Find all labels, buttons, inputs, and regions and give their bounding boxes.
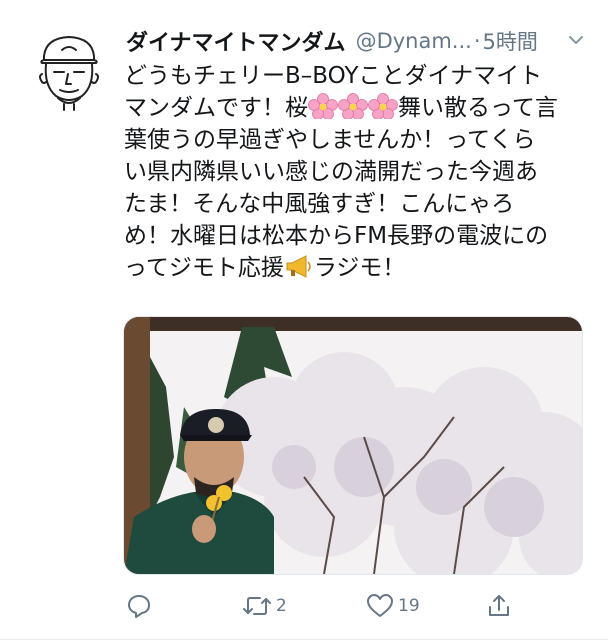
tweet-text-line: マンダムです！桜 舞い散るって言 [124,92,576,124]
tweet-text-segment: ってジモト応援 [124,255,284,281]
tweet-text-segment: マンダムです！桜 [124,95,308,121]
tweet-photo[interactable] [123,316,583,575]
tweet-card[interactable]: ダイナマイトマンダム @Dynam... · 5時間 どうもチェリーB–BOYこ… [0,0,608,640]
cherry-blossom-icon [308,93,338,120]
tweet-text-line: ってジモト応援 ラジモ！ [124,252,576,284]
tweet-text-line: たま！そんな中風強すぎ！こんにゃろ [124,191,515,217]
tweet-text-line: い県内隣県いい感じの満開だった今週あ [124,159,538,185]
avatar[interactable] [36,30,102,112]
retweet-button[interactable]: 2 [242,590,287,622]
reply-button[interactable] [126,590,156,622]
cherry-blossom-icon [338,93,368,120]
share-icon [489,595,509,616]
tweet-text-line: め！水曜日は松本からFM長野の電波にの [124,223,549,249]
tweet-text-segment: 舞い散るって言 [398,95,558,121]
timestamp[interactable]: 5時間 [483,26,538,56]
megaphone-icon [284,253,314,279]
tweet-text-segment: ラジモ！ [313,255,406,281]
like-count: 19 [398,596,420,616]
tweet-text-line: 葉使うの早過ぎやしませんか！ってくら [124,127,536,153]
tweet-header: ダイナマイトマンダム @Dynam... · 5時間 [126,24,596,58]
share-button[interactable] [486,590,512,622]
display-name[interactable]: ダイナマイトマンダム [126,25,346,57]
tweet-actions: 2 19 [124,590,564,622]
cherry-blossom-icon [368,93,398,120]
tweet-text-line: どうもチェリーB–BOYことダイナマイト [124,63,543,89]
chevron-down-icon[interactable] [566,30,586,50]
user-handle[interactable]: @Dynam... [356,29,472,53]
retweet-count: 2 [276,596,287,616]
heart-icon [367,594,393,617]
retweet-icon [243,597,271,615]
tweet-text: どうもチェリーB–BOYことダイナマイト マンダムです！桜 舞い散るって言 葉使う… [124,60,576,284]
separator-dot: · [473,29,481,53]
like-button[interactable]: 19 [366,590,420,622]
reply-icon [128,595,150,618]
